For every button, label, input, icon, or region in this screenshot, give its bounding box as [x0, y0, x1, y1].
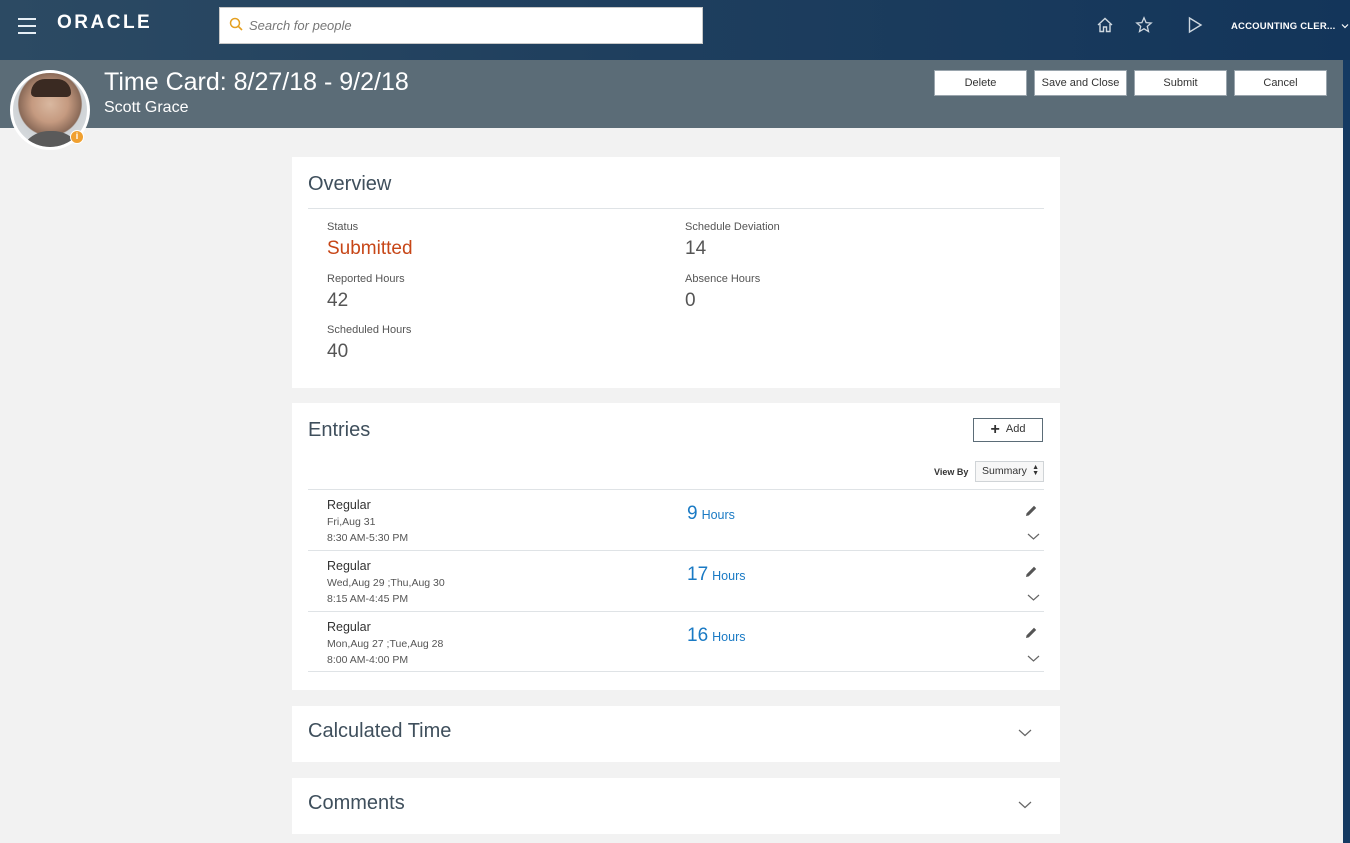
schedule-deviation-label: Schedule Deviation — [685, 221, 780, 233]
top-navigation-bar: ORACLE ACCOUNTING CLER... — [0, 0, 1350, 60]
overview-card: Overview Status Submitted Reported Hours… — [292, 157, 1060, 388]
save-and-close-button[interactable]: Save and Close — [1034, 70, 1127, 96]
entry-hours-value: 16 — [687, 625, 709, 646]
entry-type: Regular — [327, 620, 371, 634]
scrollbar[interactable] — [1343, 60, 1350, 843]
chevron-down-icon[interactable] — [1027, 593, 1040, 602]
calculated-time-card[interactable]: Calculated Time — [292, 706, 1060, 762]
reported-hours-value: 42 — [327, 290, 349, 311]
entry-row[interactable]: Regular Wed,Aug 29 ;Thu,Aug 30 8:15 AM-4… — [308, 550, 1044, 611]
entry-dates: Mon,Aug 27 ;Tue,Aug 28 — [327, 638, 444, 650]
scheduled-hours-value: 40 — [327, 341, 349, 362]
reported-hours-label: Reported Hours — [327, 273, 405, 285]
comments-title: Comments — [308, 792, 405, 814]
entry-hours-unit: Hours — [712, 569, 746, 583]
chevron-down-icon[interactable] — [1018, 728, 1032, 737]
search-input[interactable] — [249, 8, 699, 43]
entries-title: Entries — [308, 419, 371, 441]
select-arrows-icon: ▲ ▼ — [1032, 464, 1039, 477]
entry-dates: Wed,Aug 29 ;Thu,Aug 30 — [327, 577, 445, 589]
absence-hours-label: Absence Hours — [685, 273, 761, 285]
info-badge-icon[interactable]: i — [70, 130, 84, 144]
avatar-hair — [31, 79, 71, 97]
entry-hours-unit: Hours — [701, 508, 735, 522]
entry-dates: Fri,Aug 31 — [327, 516, 376, 528]
user-menu-label: ACCOUNTING CLER... — [1231, 21, 1336, 32]
entry-hours-link[interactable]: 16 Hours — [687, 625, 745, 647]
edit-pencil-icon[interactable] — [1025, 565, 1038, 578]
entry-time: 8:30 AM-5:30 PM — [327, 532, 409, 544]
entry-type: Regular — [327, 498, 371, 512]
entry-time: 8:15 AM-4:45 PM — [327, 593, 409, 605]
entries-card: Entries + Add View By Summary ▲ ▼ Regular … — [292, 403, 1060, 690]
cancel-button[interactable]: Cancel — [1234, 70, 1327, 96]
absence-hours-value: 0 — [685, 290, 696, 311]
entry-hours-value: 17 — [687, 564, 709, 585]
calculated-time-title: Calculated Time — [308, 720, 452, 742]
entry-row[interactable]: Regular Mon,Aug 27 ;Tue,Aug 28 8:00 AM-4… — [308, 611, 1044, 672]
chevron-down-icon[interactable] — [1018, 800, 1032, 809]
user-menu[interactable]: ACCOUNTING CLER... — [1231, 21, 1349, 32]
schedule-deviation-value: 14 — [685, 238, 707, 259]
plus-icon: + — [990, 421, 1000, 438]
divider — [308, 208, 1044, 209]
page-title: Time Card: 8/27/18 - 9/2/18 — [104, 68, 409, 96]
person-name: Scott Grace — [104, 99, 189, 116]
delete-button[interactable]: Delete — [934, 70, 1027, 96]
add-button-label: Add — [1005, 423, 1026, 435]
entry-type: Regular — [327, 559, 371, 573]
chevron-down-icon[interactable] — [1027, 532, 1040, 541]
search-icon — [229, 17, 243, 31]
menu-icon[interactable] — [18, 18, 36, 34]
scheduled-hours-label: Scheduled Hours — [327, 324, 412, 336]
entry-hours-link[interactable]: 17 Hours — [687, 564, 745, 586]
entry-hours-link[interactable]: 9 Hours — [687, 503, 735, 525]
entry-time: 8:00 AM-4:00 PM — [327, 654, 409, 666]
logo-text: ORACLE — [57, 12, 153, 33]
entry-hours-unit: Hours — [712, 630, 746, 644]
add-button[interactable]: + Add — [973, 418, 1043, 442]
search-box[interactable] — [219, 7, 703, 44]
watchlist-flag-icon[interactable] — [1186, 16, 1204, 34]
oracle-logo[interactable]: ORACLE — [57, 12, 152, 34]
home-icon[interactable] — [1096, 16, 1114, 34]
submit-button[interactable]: Submit — [1134, 70, 1227, 96]
view-by-select[interactable]: Summary ▲ ▼ — [975, 461, 1044, 482]
view-by-value: Summary — [982, 465, 1027, 477]
info-badge-text: i — [75, 131, 79, 141]
edit-pencil-icon[interactable] — [1025, 626, 1038, 639]
status-label: Status — [327, 221, 359, 233]
comments-card[interactable]: Comments — [292, 778, 1060, 834]
status-value: Submitted — [327, 238, 413, 259]
overview-title: Overview — [308, 173, 392, 195]
edit-pencil-icon[interactable] — [1025, 504, 1038, 517]
entry-hours-value: 9 — [687, 503, 698, 524]
favorites-star-icon[interactable] — [1135, 16, 1153, 34]
chevron-down-icon — [1341, 24, 1349, 29]
entry-row[interactable]: Regular Fri,Aug 31 8:30 AM-5:30 PM 9 Hour… — [308, 489, 1044, 550]
view-by-label: View By — [934, 467, 969, 477]
chevron-down-icon[interactable] — [1027, 654, 1040, 663]
